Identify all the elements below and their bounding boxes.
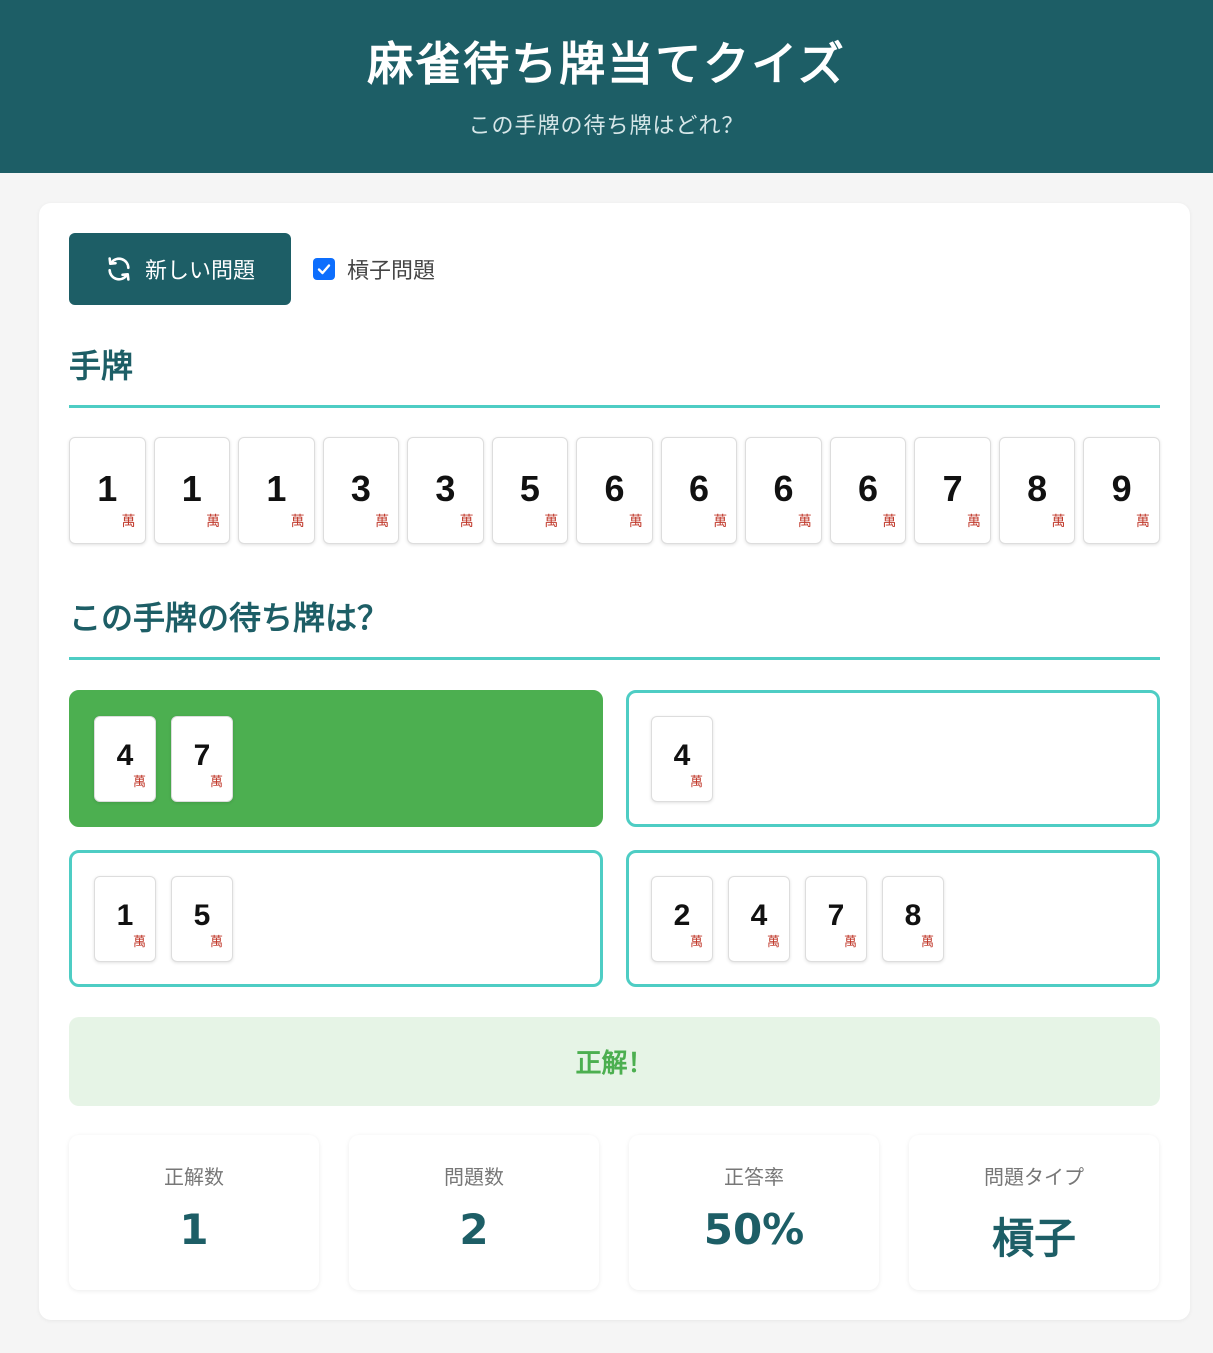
tile-suit: 萬 [375, 514, 390, 530]
mahjong-tile: 6萬 [660, 437, 738, 544]
tile-number: 7 [193, 738, 211, 772]
stat-value: 1 [179, 1205, 209, 1254]
tile-number: 1 [97, 468, 118, 509]
answer-option-4[interactable]: 2萬4萬7萬8萬 [626, 850, 1160, 987]
mahjong-tile: 7萬 [171, 715, 233, 802]
tile-suit: 萬 [1135, 514, 1150, 530]
stat-value: 50% [703, 1205, 805, 1254]
mahjong-tile: 5萬 [171, 875, 233, 962]
tile-suit: 萬 [206, 514, 221, 530]
mahjong-tile: 8萬 [998, 437, 1076, 544]
stat-label: 正答率 [724, 1165, 784, 1189]
stats-panel: 正解数 1 問題数 2 正答率 50% 問題タイプ槓子 [69, 1135, 1160, 1290]
tile-suit: 萬 [1051, 514, 1066, 530]
tile-suit: 萬 [121, 514, 136, 530]
mahjong-tile: 1萬 [94, 875, 156, 962]
stat-label: 問題数 [444, 1165, 504, 1189]
tile-number: 4 [673, 738, 691, 772]
tile-number: 7 [942, 468, 963, 509]
tile-suit: 萬 [209, 934, 223, 950]
stat-value: 槓子 [991, 1214, 1076, 1263]
tile-number: 6 [604, 468, 625, 509]
tile-suit: 萬 [920, 934, 934, 950]
mahjong-tile: 7萬 [805, 875, 867, 962]
refresh-icon [108, 257, 130, 281]
tile-number: 6 [773, 468, 794, 509]
mahjong-tile: 8萬 [882, 875, 944, 962]
mahjong-tile: 2萬 [651, 875, 713, 962]
tile-number: 1 [116, 898, 134, 932]
tile-number: 6 [858, 468, 879, 509]
stat-label: 問題タイプ [984, 1165, 1084, 1189]
tile-number: 9 [1111, 468, 1132, 509]
tile-suit: 萬 [797, 514, 812, 530]
stat-value: 2 [459, 1205, 489, 1254]
answer-option-1[interactable]: 4萬7萬 [69, 690, 603, 827]
tile-number: 8 [1027, 468, 1048, 509]
tile-number: 3 [350, 468, 371, 509]
mahjong-tile: 3萬 [322, 437, 400, 544]
app-title: 麻雀待ち牌当てクイズ [367, 37, 846, 91]
tile-suit: 萬 [544, 514, 559, 530]
mahjong-tile: 4萬 [728, 875, 790, 962]
mahjong-tile: 5萬 [491, 437, 569, 544]
mahjong-tile: 1萬 [153, 437, 231, 544]
kan-checkbox-label: 槓子問題 [347, 259, 436, 284]
kan-toggle[interactable]: 槓子問題 [313, 255, 436, 284]
tile-number: 5 [193, 898, 211, 932]
answer-option-3[interactable]: 1萬5萬 [69, 850, 603, 987]
tile-suit: 萬 [766, 934, 780, 950]
tile-number: 1 [181, 468, 202, 509]
tile-number: 5 [519, 468, 540, 509]
tile-suit: 萬 [209, 774, 223, 790]
tile-number: 6 [688, 468, 709, 509]
hand-section-title: 手牌 [69, 341, 1160, 408]
tile-suit: 萬 [459, 514, 474, 530]
tile-number: 8 [904, 898, 922, 932]
kan-checkbox[interactable] [313, 258, 335, 280]
quiz-card: 新しい問題 槓子問題 手牌 1萬1萬1萬3萬3萬5萬6萬6萬6萬6萬7萬8萬9萬… [39, 203, 1190, 1320]
mahjong-tile: 6萬 [829, 437, 907, 544]
tile-suit: 萬 [882, 514, 897, 530]
tile-number: 3 [435, 468, 456, 509]
tile-suit: 萬 [132, 934, 146, 950]
new-question-button[interactable]: 新しい問題 [69, 233, 291, 305]
hand-tiles: 1萬1萬1萬3萬3萬5萬6萬6萬6萬6萬7萬8萬9萬 [69, 437, 1160, 544]
mahjong-tile: 3萬 [407, 437, 484, 544]
result-message: 正解！ [69, 1017, 1160, 1106]
stat-label: 正解数 [164, 1165, 224, 1189]
tile-suit: 萬 [966, 514, 981, 530]
tile-suit: 萬 [132, 774, 146, 790]
app-subtitle: この手牌の待ち牌はどれ？ [468, 114, 745, 139]
new-question-label: 新しい問題 [144, 259, 255, 284]
question-title: この手牌の待ち牌は？ [69, 593, 1160, 660]
tile-suit: 萬 [628, 514, 643, 530]
tile-number: 2 [673, 898, 691, 932]
mahjong-tile: 7萬 [914, 437, 991, 544]
mahjong-tile: 6萬 [576, 437, 653, 544]
mahjong-tile: 1萬 [238, 437, 315, 544]
stat-accuracy-rate: 正答率 50% [629, 1135, 879, 1290]
checkmark-icon [317, 264, 331, 275]
tile-suit: 萬 [843, 934, 857, 950]
stat-question-type: 問題タイプ 槓子 [909, 1135, 1159, 1290]
mahjong-tile: 6萬 [745, 437, 822, 544]
mahjong-tile: 9萬 [1083, 437, 1160, 544]
tile-number: 4 [116, 738, 134, 772]
mahjong-tile: 1萬 [69, 437, 146, 544]
answer-options: 4萬7萬4萬1萬5萬2萬4萬7萬8萬 [69, 690, 1160, 987]
mahjong-tile: 4萬 [651, 715, 713, 802]
stat-correct-count: 正解数 1 [69, 1135, 319, 1290]
tile-suit: 萬 [689, 934, 703, 950]
app-header: 麻雀待ち牌当てクイズ この手牌の待ち牌はどれ？ [0, 0, 1213, 173]
stat-question-count: 問題数 2 [349, 1135, 599, 1290]
tile-suit: 萬 [290, 514, 305, 530]
tile-number: 1 [266, 468, 287, 509]
answer-option-2[interactable]: 4萬 [626, 690, 1160, 827]
mahjong-tile: 4萬 [94, 715, 156, 802]
tile-suit: 萬 [689, 774, 703, 790]
tile-number: 4 [750, 898, 768, 932]
tile-suit: 萬 [713, 514, 728, 530]
tile-number: 7 [827, 898, 845, 932]
